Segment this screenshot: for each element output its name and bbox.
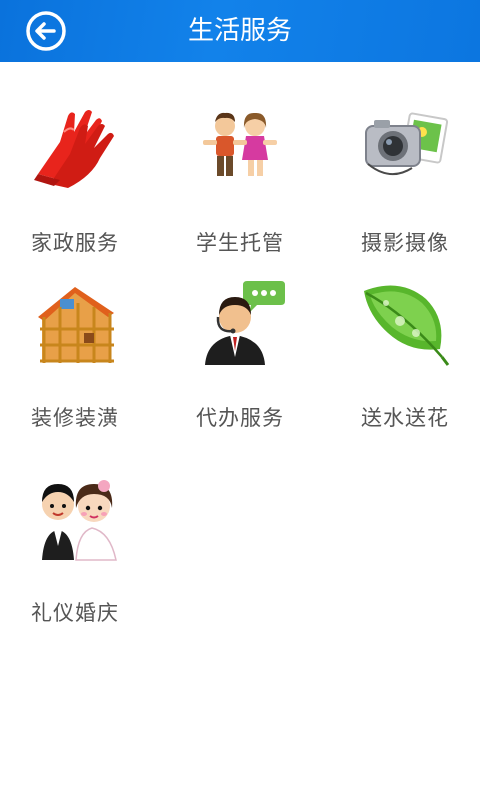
- service-label: 送水送花: [361, 406, 449, 430]
- service-label: 学生托管: [196, 231, 284, 255]
- service-label: 代办服务: [196, 406, 284, 430]
- green-leaf-icon: [364, 285, 450, 366]
- rubber-gloves-icon: [34, 110, 114, 188]
- service-item-renovation[interactable]: 装修装潢: [0, 277, 150, 430]
- service-item-student-care[interactable]: 学生托管: [165, 102, 315, 255]
- service-item-water-flowers[interactable]: 送水送花: [330, 277, 480, 430]
- title-bar: 生活服务: [0, 0, 480, 62]
- service-item-wedding[interactable]: 礼仪婚庆: [0, 472, 150, 625]
- service-item-agency[interactable]: 代办服务: [165, 277, 315, 430]
- house-construction-icon: [38, 287, 114, 363]
- service-label: 摄影摄像: [361, 231, 449, 255]
- service-label: 家政服务: [31, 231, 119, 255]
- children-icon: [203, 112, 277, 176]
- agent-chat-icon: [205, 281, 285, 365]
- wedding-couple-icon: [42, 480, 117, 561]
- service-item-photography[interactable]: 摄影摄像: [330, 102, 480, 255]
- service-label: 装修装潢: [31, 406, 119, 430]
- service-item-housekeeping[interactable]: 家政服务: [0, 102, 150, 255]
- page-title: 生活服务: [187, 16, 292, 46]
- camera-photo-icon: [365, 112, 449, 175]
- service-label: 礼仪婚庆: [31, 601, 119, 625]
